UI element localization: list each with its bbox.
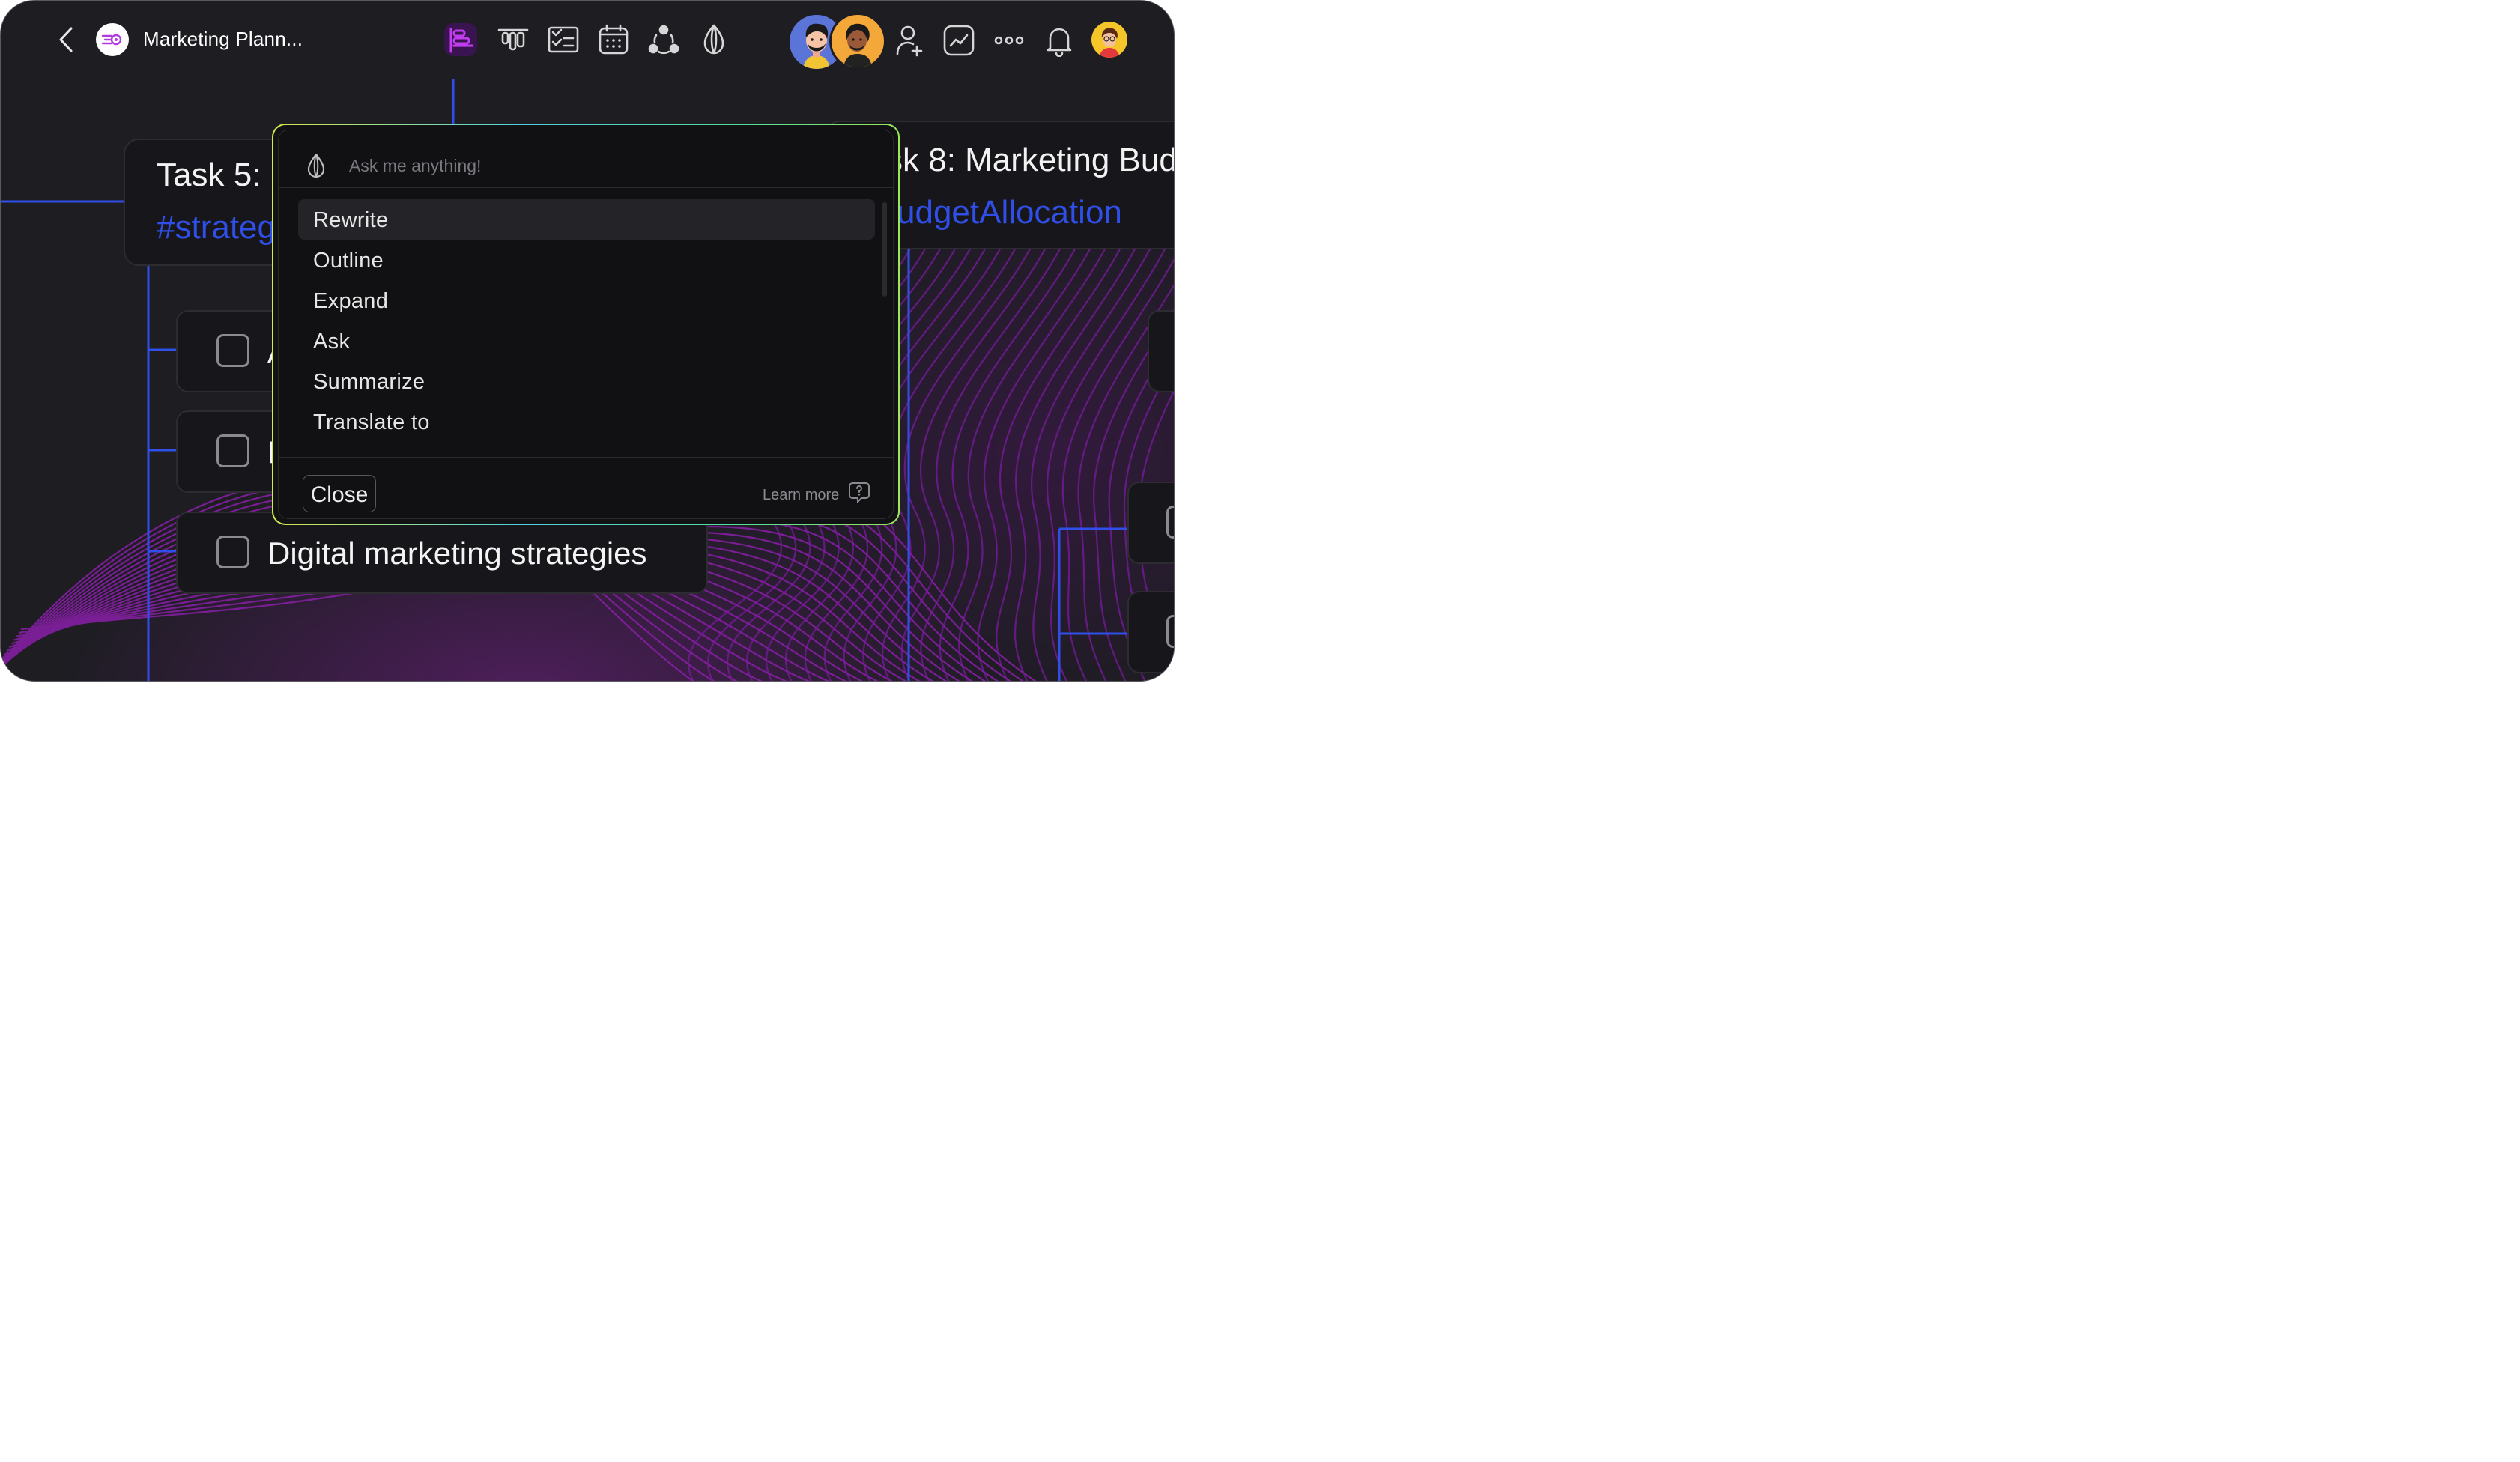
ai-assistant-icon[interactable] bbox=[697, 23, 730, 56]
menu-item-rewrite[interactable]: Rewrite bbox=[298, 199, 875, 240]
back-chevron-icon[interactable] bbox=[55, 26, 77, 53]
subtask-item-partial[interactable] bbox=[1127, 482, 1174, 564]
close-button[interactable]: Close bbox=[303, 475, 376, 512]
wave-line bbox=[920, 240, 1065, 681]
ask-ai-input[interactable]: Ask me anything! bbox=[349, 156, 481, 176]
subtask-checkbox[interactable] bbox=[216, 536, 249, 568]
wave-line bbox=[958, 240, 1095, 681]
task-tag[interactable]: #strateg bbox=[157, 209, 276, 246]
subtask-item-partial[interactable] bbox=[1127, 591, 1174, 673]
task-title: Task 5: bbox=[157, 157, 261, 193]
menu-item-summarize[interactable]: Summarize bbox=[298, 361, 875, 401]
page-title: Marketing Plann... bbox=[143, 28, 303, 50]
subtask-item-partial[interactable] bbox=[1148, 310, 1174, 392]
bell-icon[interactable] bbox=[1043, 24, 1076, 58]
analytics-icon[interactable] bbox=[942, 24, 975, 57]
task-tag[interactable]: udgetAllocation bbox=[897, 194, 1122, 231]
menu-item-outline[interactable]: Outline bbox=[298, 240, 875, 280]
subtask-checkbox[interactable] bbox=[216, 434, 249, 467]
app-logo-icon bbox=[96, 23, 129, 56]
ai-assistant-icon bbox=[307, 153, 325, 178]
checklist-view-icon[interactable] bbox=[547, 23, 580, 56]
ai-assistant-popup: Ask me anything! Rewrite Outline Expand … bbox=[272, 124, 900, 525]
wave-line bbox=[977, 240, 1110, 681]
learn-more-link[interactable]: Learn more bbox=[763, 487, 839, 504]
menu-item-ask[interactable]: Ask bbox=[298, 321, 875, 361]
gantt-view-icon[interactable] bbox=[444, 23, 477, 56]
subtask-label: Digital marketing strategies bbox=[267, 536, 647, 571]
ai-popup-panel: Ask me anything! Rewrite Outline Expand … bbox=[278, 130, 894, 519]
avatar-user-2[interactable] bbox=[829, 13, 886, 70]
board-view-icon[interactable] bbox=[497, 23, 530, 56]
subtask-checkbox[interactable] bbox=[1166, 615, 1174, 648]
wave-line bbox=[996, 240, 1125, 681]
help-bubble-icon[interactable] bbox=[848, 481, 870, 503]
menu-item-expand[interactable]: Expand bbox=[298, 280, 875, 321]
menu-item-translate-to[interactable]: Translate to bbox=[298, 401, 875, 442]
subtask-checkbox[interactable] bbox=[1166, 506, 1174, 539]
avatar-current-user[interactable] bbox=[1091, 22, 1127, 58]
calendar-view-icon[interactable] bbox=[597, 23, 630, 56]
menu-scrollbar[interactable] bbox=[882, 202, 887, 297]
divider bbox=[279, 187, 893, 188]
wave-line bbox=[882, 240, 1035, 681]
task-title: sk 8: Marketing Bud bbox=[886, 142, 1175, 178]
app-window: Marketing Plann... Task 5: #strateg sk 8… bbox=[0, 0, 1175, 682]
divider bbox=[279, 457, 893, 458]
more-icon[interactable] bbox=[993, 24, 1026, 57]
add-user-icon[interactable] bbox=[892, 24, 925, 57]
mindmap-view-icon[interactable] bbox=[647, 23, 680, 56]
subtask-checkbox[interactable] bbox=[216, 334, 249, 367]
